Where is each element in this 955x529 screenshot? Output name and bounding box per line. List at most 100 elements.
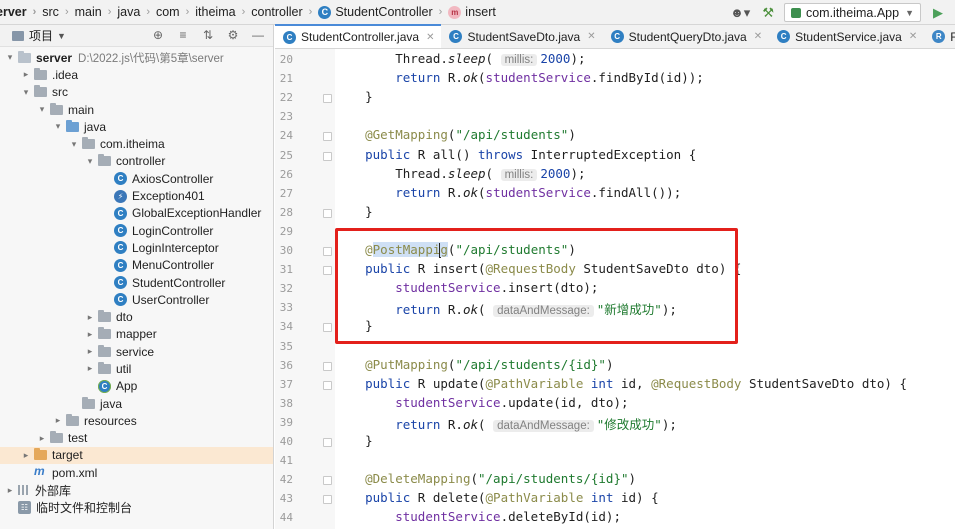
code-line: public R all() throws InterruptedExcepti… [335,147,696,166]
tree-item-usercontroller[interactable]: C UserController [0,291,273,308]
breadcrumb-item[interactable]: erver › [0,5,42,19]
fold-marker-icon[interactable] [323,94,332,104]
tree-item-test[interactable]: ▸ test [0,430,273,447]
code-token: "/api/students" [455,127,569,143]
tree-item-util[interactable]: ▸ util [0,360,273,377]
breadcrumb-item[interactable]: java › [117,5,156,19]
locate-target-icon[interactable]: ⊕ [149,28,167,42]
tree-item-studentcontroller[interactable]: C StudentController [0,274,273,291]
tree-item-mapper[interactable]: ▸ mapper [0,326,273,343]
close-icon[interactable]: ✕ [426,32,434,43]
fold-marker-icon[interactable] [323,247,332,256]
tree-item-logincontroller[interactable]: C LoginController [0,222,273,239]
hide-panel-icon[interactable]: — [249,28,267,42]
collapse-all-icon[interactable]: ≡ [174,28,192,42]
class-icon: C [777,30,791,43]
tree-item-java[interactable]: java [0,395,273,412]
tab-studentcontroller[interactable]: C StudentController.java ✕ [275,24,442,48]
breadcrumb-item[interactable]: controller › [251,5,318,19]
tree-item-globalexceptionhandler[interactable]: C GlobalExceptionHandler [0,205,273,222]
gear-icon[interactable]: ⚙ [224,28,242,42]
tree-item-app[interactable]: C App [0,378,273,395]
chevron-right-icon[interactable]: ▸ [20,69,32,80]
folder-icon [34,67,47,80]
tree-item--[interactable]: ▸ 外部库 [0,481,273,498]
fold-marker-icon[interactable] [323,495,332,505]
close-icon[interactable]: ✕ [754,31,762,42]
tree-item-resources[interactable]: ▸ resources [0,412,273,429]
fold-marker-icon[interactable] [323,151,332,161]
fold-marker-icon[interactable] [323,361,332,371]
tree-item-service[interactable]: ▸ service [0,343,273,360]
tree-item-exception401[interactable]: ⚡ Exception401 [0,187,273,204]
chevron-right-icon[interactable]: ▸ [84,312,96,323]
run-triangle-icon[interactable]: ▶ [929,4,947,22]
build-hammer-icon[interactable]: ⚒ [762,5,774,21]
tree-item-server[interactable]: ▾ server D:\2022.js\代码\第5章\server [0,49,273,66]
breadcrumb-item[interactable]: src › [42,5,74,19]
tab-r[interactable]: RR.java✕ [924,25,955,48]
tab-studentsavedto[interactable]: C StudentSaveDto.java ✕ [441,25,602,48]
code-token: } [335,203,373,219]
tree-item-pom-xml[interactable]: pom.xml [0,464,273,481]
breadcrumb-item[interactable]: com › [156,5,195,19]
project-view-selector[interactable]: 项目 ▼ [12,27,66,44]
chevron-right-icon[interactable]: ▸ [20,450,32,461]
code-line: studentService.update(id, dto); [335,395,628,414]
chevron-down-icon[interactable]: ▾ [20,87,32,98]
tree-item-controller[interactable]: ▾ controller [0,153,273,170]
close-icon[interactable]: ✕ [587,31,595,42]
breadcrumb-item[interactable]: C StudentController › [318,5,448,19]
person-dropdown-icon[interactable]: ☻▾ [730,5,750,21]
chevron-down-icon[interactable]: ▾ [36,104,48,115]
code-token: public [365,490,411,506]
tree-item--idea[interactable]: ▸ .idea [0,66,273,83]
chevron-right-icon[interactable]: ▸ [84,329,96,340]
tree-item-axioscontroller[interactable]: C AxiosController [0,170,273,187]
tree-item-label: java [84,119,107,134]
chevron-right-icon[interactable]: ▸ [84,363,96,374]
run-configuration-select[interactable]: com.itheima.App ▼ [783,3,921,22]
scratch-icon: ☷ [18,500,31,514]
chevron-right-icon: › [308,6,313,18]
tree-item-java[interactable]: ▾ java [0,118,273,135]
tab-studentquerydto[interactable]: C StudentQueryDto.java ✕ [603,25,769,48]
tree-item-logininterceptor[interactable]: C LoginInterceptor [0,239,273,256]
tree-item-src[interactable]: ▾ src [0,84,273,101]
tree-item-dto[interactable]: ▸ dto [0,308,273,325]
code-editor[interactable]: Thread.sleep( millis: 2000); return R.ok(… [335,49,955,529]
chevron-down-icon[interactable]: ▾ [4,52,16,63]
chevron-down-icon[interactable]: ▾ [52,121,64,132]
fold-marker-icon[interactable] [323,266,332,276]
chevron-right-icon[interactable]: ▸ [36,433,48,444]
folder-icon [98,154,111,167]
fold-marker-icon[interactable] [323,208,332,218]
project-path: D:\2022.js\代码\第5章\server [78,52,224,65]
tree-item-com-itheima[interactable]: ▾ com.itheima [0,135,273,152]
tree-item-menucontroller[interactable]: C MenuController [0,257,273,274]
chevron-down-icon[interactable]: ▾ [84,156,96,167]
breadcrumb-item[interactable]: itheima › [195,5,251,19]
code-token: ( [478,416,494,432]
tree-item-target[interactable]: ▸ target [0,446,273,465]
chevron-right-icon[interactable]: ▸ [84,346,96,357]
fold-marker-icon[interactable] [323,323,332,333]
chevron-down-icon[interactable]: ▾ [68,139,80,150]
expand-all-icon[interactable]: ⇅ [199,28,217,42]
breadcrumb-item[interactable]: m insert [448,5,496,19]
tree-item--[interactable]: ☷ 临时文件和控制台 [0,499,273,516]
fold-marker-icon[interactable] [323,476,332,486]
chevron-right-icon[interactable]: ▸ [4,485,16,496]
fold-marker-icon[interactable] [323,380,332,390]
project-panel: 项目 ▼ ⊕ ≡ ⇅ ⚙ — ▾ server D:\2022.js\代码\第5章\… [0,25,274,529]
tab-studentservice[interactable]: C StudentService.java ✕ [769,25,924,48]
close-icon[interactable]: ✕ [909,31,917,42]
fold-marker-icon[interactable] [323,132,332,142]
breadcrumb-item[interactable]: main › [75,5,118,19]
chevron-right-icon[interactable]: ▸ [52,415,64,426]
tree-item-main[interactable]: ▾ main [0,101,273,118]
folder-icon [18,50,31,63]
folder-icon [66,119,79,132]
fold-marker-icon[interactable] [323,438,332,447]
